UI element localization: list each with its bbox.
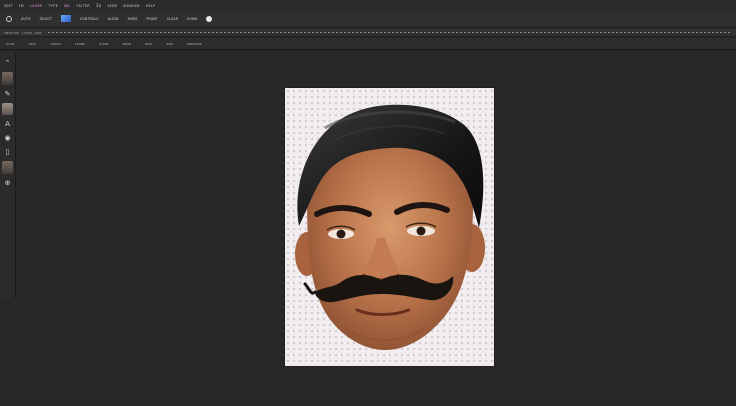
tab-layer[interactable]: ʟᴀʏᴇʀ [22, 31, 32, 35]
toolbar-align[interactable]: ᴀʟɪɢɴ [99, 42, 109, 46]
toolbar-size[interactable]: ꜱɪᴢᴇ [166, 42, 173, 46]
secondary-toolbar: ᴀᴜᴛᴏ ᴛᴏᴏʟ ɢʀᴏᴜᴘ ᴛʀᴀɴꜱ ᴀʟɪɢɴ ᴍᴏᴅᴇ ᴅɪꜱᴛ ꜱɪ… [0, 38, 736, 50]
tab-strip-divider [48, 32, 732, 33]
brush-tool-icon[interactable]: ✎ [3, 89, 13, 99]
photo-thumbnail[interactable] [2, 103, 13, 115]
menu-item-window[interactable]: ᴡɪɴᴅᴏᴡ [123, 3, 140, 8]
menu-item-filter[interactable]: ꜰɪʟᴛᴇʀ [76, 3, 89, 8]
menu-item-select[interactable]: ꜱᴇʟ [64, 3, 71, 8]
photo-thumbnail[interactable] [2, 72, 13, 85]
move-tool-icon[interactable]: ⌃ [3, 58, 13, 68]
toolbar-trans[interactable]: ᴛʀᴀɴꜱ [75, 42, 85, 46]
option-clear[interactable]: ᴄʟᴇᴀʀ [167, 16, 178, 21]
canvas-area[interactable] [17, 52, 736, 406]
menu-item-image[interactable]: ɪᴍ [19, 3, 24, 8]
option-select[interactable]: ꜱᴇʟᴇᴄᴛ [39, 16, 52, 21]
option-align[interactable]: ᴀʟɪɢɴ [108, 16, 119, 21]
toolbar-arrange[interactable]: ᴀʀʀᴀɴɢᴇ [187, 42, 202, 46]
menu-item-3d[interactable]: 3ᴅ [96, 3, 101, 8]
menu-item-view[interactable]: ᴠɪᴇᴡ [107, 3, 117, 8]
menu-item-type[interactable]: ᴛʏᴘᴇ [48, 3, 58, 8]
option-controls[interactable]: ᴄᴏɴᴛʀᴏʟꜱ [80, 16, 98, 21]
zoom-tool-icon[interactable]: ⊕ [3, 178, 13, 188]
toolbar-tool[interactable]: ᴛᴏᴏʟ [28, 42, 36, 46]
document-canvas[interactable] [285, 88, 494, 366]
toolbar-mode[interactable]: ᴍᴏᴅᴇ [123, 42, 132, 46]
crop-tool-icon[interactable]: ▯ [3, 147, 13, 157]
toolbar-group[interactable]: ɢʀᴏᴜᴘ [50, 42, 60, 46]
tab-rgb[interactable]: ʀɢʙ [35, 31, 41, 35]
tools-panel: ⌃ ✎ A ◉ ▯ ⊕ [0, 52, 16, 298]
menu-item-help[interactable]: ʜᴇʟᴘ [146, 3, 156, 8]
options-bar: ᴀᴜᴛᴏ ꜱᴇʟᴇᴄᴛ ᴄᴏɴᴛʀᴏʟꜱ ᴀʟɪɢɴ ᴍᴏᴅᴇ ꜰʀᴏɴᴛ ᴄʟ… [0, 10, 736, 28]
toolbar-dist[interactable]: ᴅɪꜱᴛ [145, 42, 152, 46]
type-tool-icon[interactable]: A [3, 119, 13, 129]
option-front[interactable]: ꜰʀᴏɴᴛ [146, 16, 158, 21]
tab-untitled[interactable]: ᴜɴᴛɪᴛʟᴇᴅ [4, 31, 19, 35]
home-icon[interactable] [6, 15, 12, 22]
portrait-illustration [295, 104, 485, 350]
photo-thumbnail[interactable] [2, 161, 13, 174]
close-icon[interactable] [206, 15, 213, 22]
option-auto[interactable]: ᴀᴜᴛᴏ [21, 16, 30, 21]
menu-bar: ᴇᴅɪᴛ ɪᴍ ʟᴀʏᴇʀ ᴛʏᴘᴇ ꜱᴇʟ ꜰɪʟᴛᴇʀ 3ᴅ ᴠɪᴇᴡ ᴡɪ… [0, 0, 736, 10]
document-tab-strip: ᴜɴᴛɪᴛʟᴇᴅ ʟᴀʏᴇʀ ʀɢʙ [0, 29, 736, 37]
toolbar-auto[interactable]: ᴀᴜᴛᴏ [6, 42, 14, 46]
option-mode[interactable]: ᴍᴏᴅᴇ [127, 16, 137, 21]
color-swatch-icon[interactable] [61, 15, 72, 22]
menu-item-layer[interactable]: ʟᴀʏᴇʀ [30, 3, 42, 8]
menu-item-edit[interactable]: ᴇᴅɪᴛ [4, 3, 13, 8]
option-show[interactable]: ꜱʜᴏᴡ [187, 16, 197, 21]
eye-tool-icon[interactable]: ◉ [3, 133, 13, 143]
